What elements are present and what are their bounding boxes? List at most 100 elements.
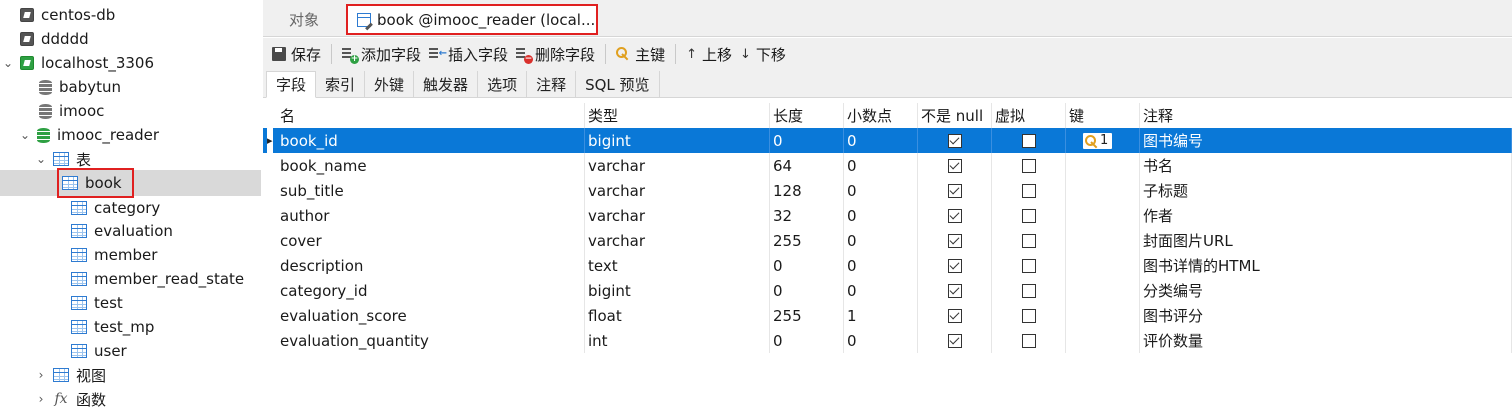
cell-not-null[interactable] [918,203,992,228]
chevron-down-icon[interactable]: ⌄ [35,152,47,166]
virtual-checkbox[interactable] [1021,308,1036,323]
tab-options[interactable]: 选项 [478,71,528,97]
cell-type[interactable]: bigint [585,128,770,153]
tab-book-design[interactable]: book @imooc_reader (local... [346,4,598,35]
not-null-checkbox[interactable] [947,158,962,173]
cell-virtual[interactable] [992,203,1066,228]
cell-type[interactable]: text [585,253,770,278]
move-down-button[interactable]: ↓ 下移 [736,40,790,68]
table-row[interactable]: category_id bigint 0 0 分类编号 [263,278,1512,303]
column-header-not-null[interactable]: 不是 null [918,103,992,128]
tree-item-views[interactable]: › 视图 [0,363,261,387]
tree-item-imooc[interactable]: imooc [0,99,261,123]
cell-type[interactable]: varchar [585,203,770,228]
not-null-checkbox[interactable] [947,208,962,223]
tree-item-babytun[interactable]: babytun [0,75,261,99]
cell-comment[interactable]: 作者 [1140,203,1512,228]
cell-comment[interactable]: 图书详情的HTML [1140,253,1512,278]
cell-length[interactable]: 128 [770,178,844,203]
column-header-type[interactable]: 类型 [585,103,770,128]
cell-decimals[interactable]: 0 [844,128,918,153]
tab-indexes[interactable]: 索引 [316,71,366,97]
cell-length[interactable]: 0 [770,128,844,153]
virtual-checkbox[interactable] [1021,233,1036,248]
virtual-checkbox[interactable] [1021,208,1036,223]
tab-triggers[interactable]: 触发器 [414,71,479,97]
cell-key[interactable] [1066,278,1140,303]
cell-type[interactable]: float [585,303,770,328]
cell-name[interactable]: evaluation_score [277,303,585,328]
chevron-right-icon[interactable]: › [35,368,47,382]
tree-item-test-mp[interactable]: test_mp [0,315,261,339]
cell-key[interactable] [1066,228,1140,253]
cell-length[interactable]: 32 [770,203,844,228]
not-null-checkbox[interactable] [947,308,962,323]
tab-foreign-keys[interactable]: 外键 [365,71,415,97]
cell-comment[interactable]: 封面图片URL [1140,228,1512,253]
cell-length[interactable]: 0 [770,328,844,353]
table-row[interactable]: cover varchar 255 0 封面图片URL [263,228,1512,253]
tree-item-evaluation[interactable]: evaluation [0,219,261,243]
cell-virtual[interactable] [992,178,1066,203]
table-row[interactable]: sub_title varchar 128 0 子标题 [263,178,1512,203]
tree-item-ddddd[interactable]: ddddd [0,27,261,51]
cell-name[interactable]: sub_title [277,178,585,203]
cell-not-null[interactable] [918,153,992,178]
tree-item-member-read-state[interactable]: member_read_state [0,267,261,291]
not-null-checkbox[interactable] [947,333,962,348]
cell-not-null[interactable] [918,303,992,328]
cell-name[interactable]: book_name [277,153,585,178]
cell-type[interactable]: int [585,328,770,353]
tree-item-localhost-3306[interactable]: ⌄ localhost_3306 [0,51,261,75]
chevron-right-icon[interactable]: › [35,392,47,406]
table-row[interactable]: evaluation_score float 255 1 图书评分 [263,303,1512,328]
virtual-checkbox[interactable] [1021,158,1036,173]
tree-item-test[interactable]: test [0,291,261,315]
not-null-checkbox[interactable] [947,133,962,148]
cell-key[interactable] [1066,178,1140,203]
not-null-checkbox[interactable] [947,283,962,298]
cell-decimals[interactable]: 0 [844,278,918,303]
tree-item-user[interactable]: user [0,339,261,363]
tab-sql-preview[interactable]: SQL 预览 [576,71,660,97]
cell-length[interactable]: 255 [770,228,844,253]
column-header-virtual[interactable]: 虚拟 [992,103,1066,128]
tree-item-category[interactable]: category [0,196,261,220]
cell-comment[interactable]: 子标题 [1140,178,1512,203]
cell-length[interactable]: 0 [770,278,844,303]
column-header-comment[interactable]: 注释 [1140,103,1512,128]
tree-item-functions[interactable]: › fx 函数 [0,387,261,407]
chevron-down-icon[interactable]: ⌄ [19,128,31,142]
cell-not-null[interactable] [918,278,992,303]
not-null-checkbox[interactable] [947,258,962,273]
cell-type[interactable]: varchar [585,228,770,253]
cell-not-null[interactable] [918,128,992,153]
virtual-checkbox[interactable] [1021,283,1036,298]
cell-name[interactable]: evaluation_quantity [277,328,585,353]
move-up-button[interactable]: ↑ 上移 [682,40,736,68]
delete-field-button[interactable]: 删除字段 [512,40,599,68]
cell-decimals[interactable]: 0 [844,253,918,278]
cell-key[interactable]: 1 [1066,128,1140,153]
cell-decimals[interactable]: 0 [844,153,918,178]
table-row[interactable]: description text 0 0 图书详情的HTML [263,253,1512,278]
cell-key[interactable] [1066,328,1140,353]
cell-not-null[interactable] [918,228,992,253]
table-row[interactable]: evaluation_quantity int 0 0 评价数量 [263,328,1512,353]
cell-key[interactable] [1066,153,1140,178]
cell-decimals[interactable]: 1 [844,303,918,328]
table-row[interactable]: author varchar 32 0 作者 [263,203,1512,228]
tab-comment[interactable]: 注释 [527,71,577,97]
virtual-checkbox[interactable] [1021,333,1036,348]
primary-key-button[interactable]: 主键 [612,40,669,68]
tab-objects[interactable]: 对象 [289,4,319,35]
cell-virtual[interactable] [992,328,1066,353]
chevron-down-icon[interactable]: ⌄ [2,56,14,70]
tree-item-book[interactable]: book [0,168,261,198]
cell-name[interactable]: cover [277,228,585,253]
cell-decimals[interactable]: 0 [844,203,918,228]
cell-length[interactable]: 0 [770,253,844,278]
cell-length[interactable]: 255 [770,303,844,328]
cell-decimals[interactable]: 0 [844,228,918,253]
save-button[interactable]: 保存 [268,40,325,68]
